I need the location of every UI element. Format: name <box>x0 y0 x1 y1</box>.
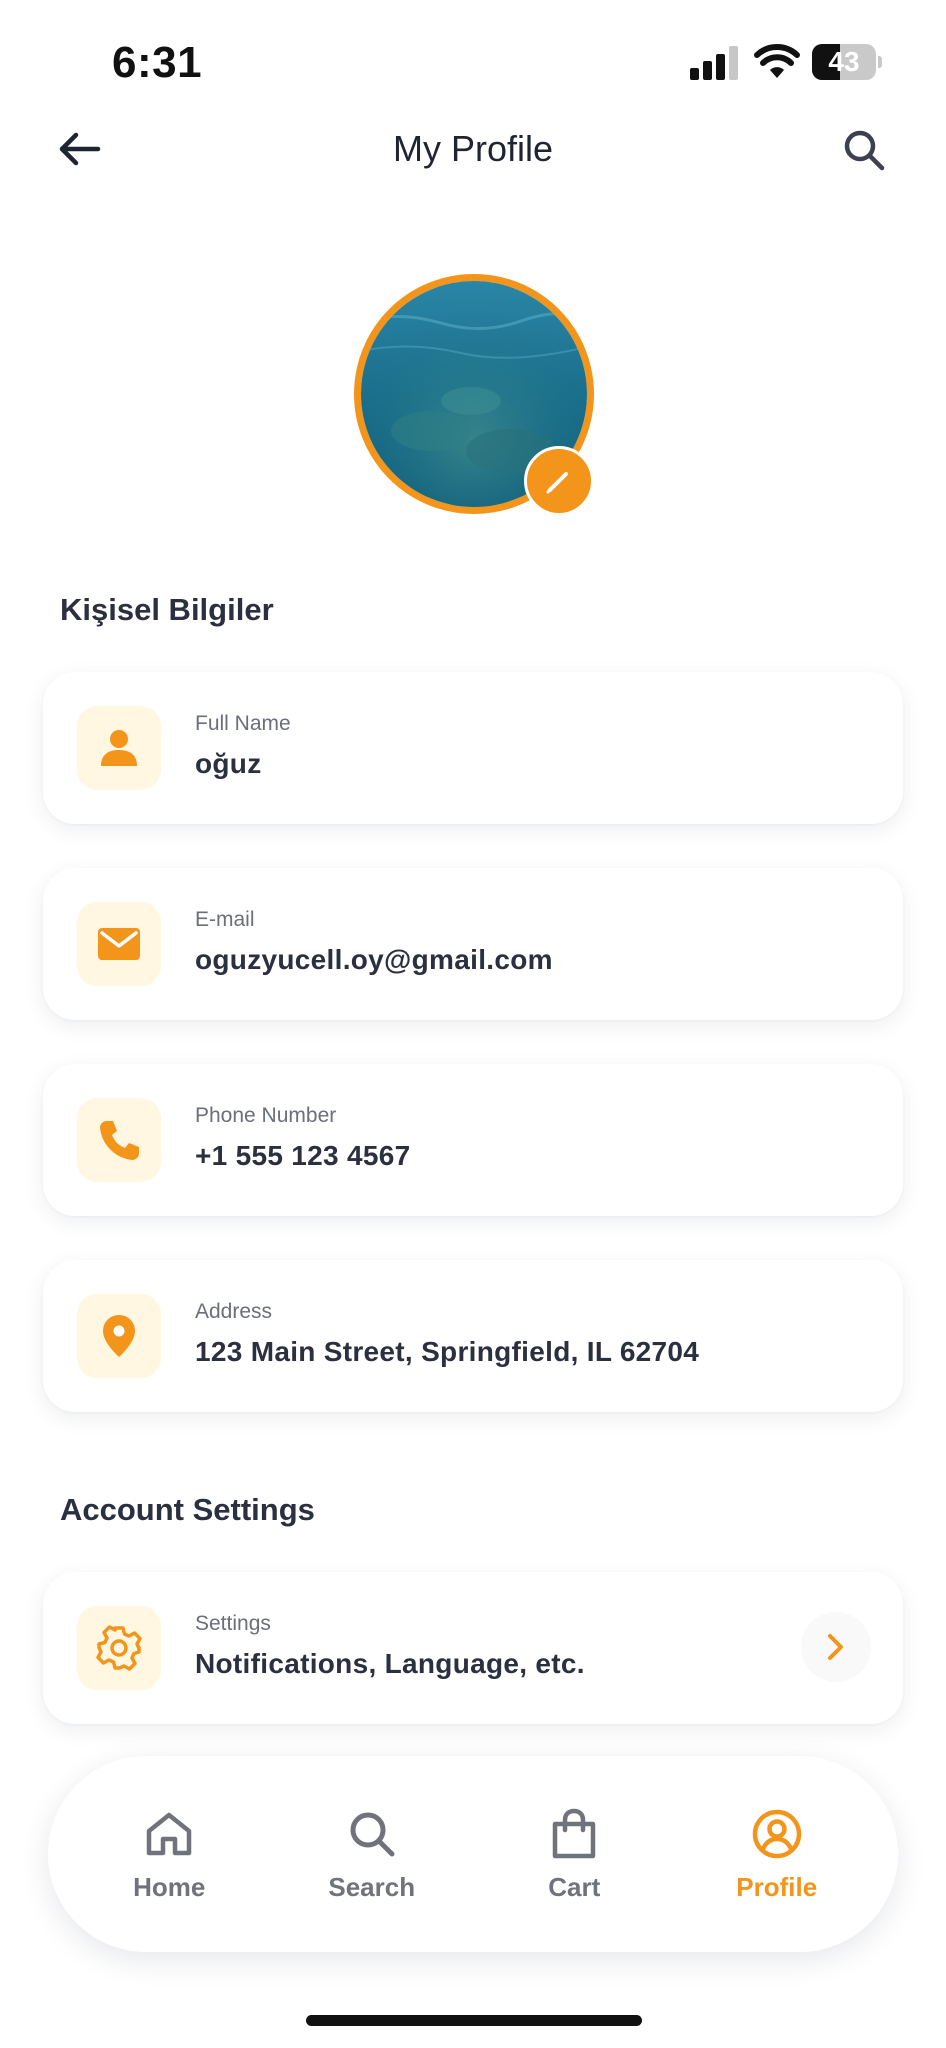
nav-cart[interactable]: Cart <box>484 1806 664 1903</box>
settings-open-button[interactable] <box>801 1612 871 1682</box>
nav-cart-label: Cart <box>548 1871 601 1902</box>
email-label: E-mail <box>195 908 255 931</box>
edit-avatar-button[interactable] <box>524 446 594 516</box>
nav-profile-label: Profile <box>736 1871 818 1902</box>
shopping-bag-icon <box>553 1808 596 1858</box>
phone-label: Phone Number <box>195 1104 337 1127</box>
search-button[interactable] <box>836 122 892 178</box>
settings-icon-box <box>77 1606 161 1690</box>
email-card[interactable]: E-mail oguzyucell.oy@gmail.com <box>43 868 903 1020</box>
full-name-card[interactable]: Full Name oğuz <box>43 672 903 824</box>
mail-icon <box>98 928 140 960</box>
search-icon <box>350 1812 395 1856</box>
address-card[interactable]: Address 123 Main Street, Springfield, IL… <box>43 1260 903 1412</box>
full-name-value: oğuz <box>195 748 262 779</box>
settings-label: Settings <box>195 1612 271 1635</box>
page-title: My Profile <box>392 128 554 169</box>
address-icon-box <box>77 1294 161 1378</box>
address-value: 123 Main Street, Springfield, IL 62704 <box>195 1336 700 1367</box>
battery-icon: 43 <box>812 44 882 80</box>
email-value: oguzyucell.oy@gmail.com <box>195 944 553 975</box>
user-circle-icon <box>752 1809 801 1858</box>
full-name-icon-box <box>77 706 161 790</box>
nav-search[interactable]: Search <box>282 1806 462 1903</box>
home-indicator <box>306 2015 642 2026</box>
phone-value: +1 555 123 4567 <box>195 1140 411 1171</box>
status-time: 6:31 <box>112 38 203 87</box>
nav-profile[interactable]: Profile <box>687 1806 867 1903</box>
chevron-right-icon <box>828 1634 843 1660</box>
settings-value: Notifications, Language, etc. <box>195 1648 585 1679</box>
address-label: Address <box>195 1300 273 1323</box>
profile-avatar[interactable] <box>354 274 594 516</box>
location-pin-icon <box>103 1315 135 1357</box>
person-icon <box>101 730 137 766</box>
account-settings-title: Account Settings <box>60 1492 315 1527</box>
email-icon-box <box>77 902 161 986</box>
cellular-signal-icon <box>690 46 738 80</box>
search-icon <box>844 130 885 171</box>
settings-card[interactable]: Settings Notifications, Language, etc. <box>43 1572 903 1724</box>
nav-home[interactable]: Home <box>79 1806 259 1903</box>
nav-home-label: Home <box>133 1871 206 1902</box>
gear-icon <box>96 1625 142 1671</box>
pencil-icon <box>546 472 568 494</box>
wifi-icon <box>754 44 800 78</box>
bottom-navigation: Home Search Cart Profile <box>48 1756 898 1952</box>
status-bar: 6:31 43 <box>0 0 946 120</box>
personal-info-title: Kişisel Bilgiler <box>60 592 274 627</box>
nav-search-label: Search <box>328 1871 416 1902</box>
home-icon <box>147 1812 192 1855</box>
full-name-label: Full Name <box>195 712 291 735</box>
battery-level: 43 <box>828 46 860 77</box>
phone-icon <box>100 1121 139 1160</box>
phone-icon-box <box>77 1098 161 1182</box>
phone-card[interactable]: Phone Number +1 555 123 4567 <box>43 1064 903 1216</box>
header: My Profile <box>0 110 946 190</box>
